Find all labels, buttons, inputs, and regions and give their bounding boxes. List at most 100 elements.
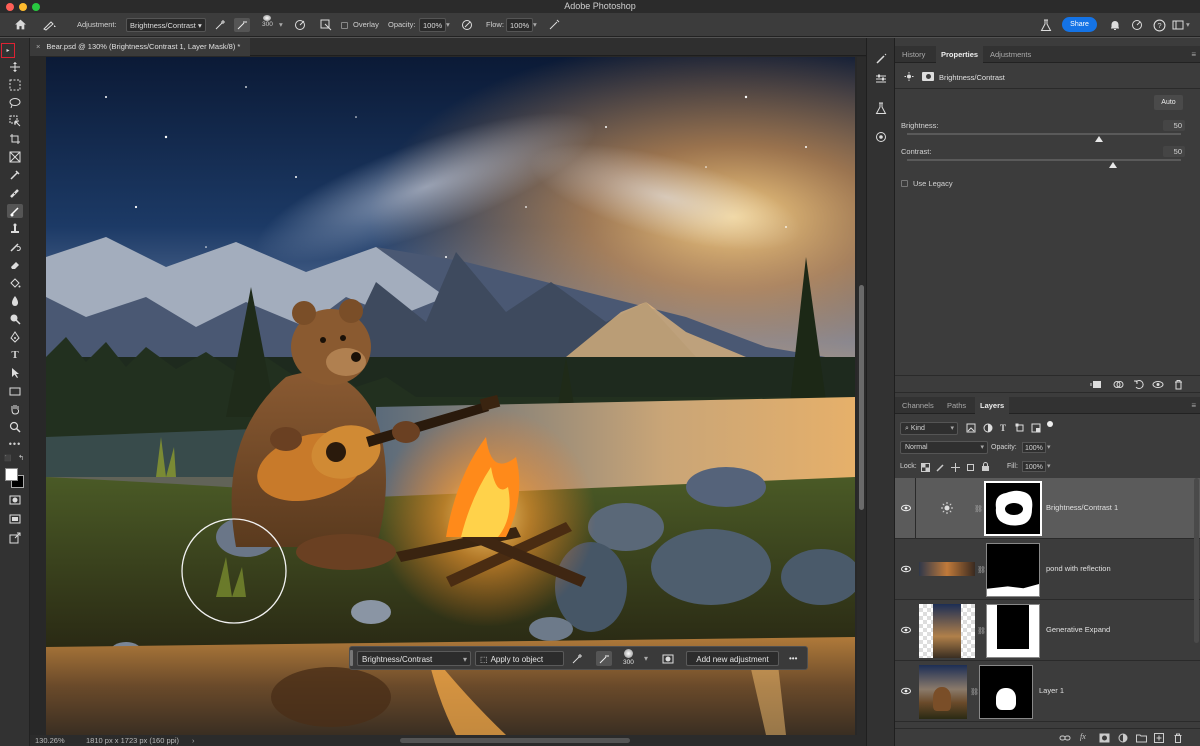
layer-row[interactable]: ⛓ pond with reflection xyxy=(895,539,1200,600)
lock-image-icon[interactable] xyxy=(936,463,945,472)
taskbar-brush-subtract-icon[interactable] xyxy=(596,651,612,666)
layer-row[interactable]: ⛓ Layer 1 xyxy=(895,661,1200,722)
layer-opacity-input[interactable]: 100% xyxy=(1022,442,1046,453)
quick-mask-icon[interactable] xyxy=(7,493,23,507)
taskbar-adjustment-select[interactable]: Brightness/Contrast ▾ xyxy=(357,651,471,666)
folder-icon[interactable] xyxy=(1136,733,1147,743)
screen-mode-icon[interactable] xyxy=(7,512,23,526)
chain-icon[interactable]: ⛓ xyxy=(977,566,986,574)
stamp-tool-icon[interactable] xyxy=(7,222,23,236)
vertical-scroll-thumb[interactable] xyxy=(859,285,864,510)
filter-toggle-icon[interactable] xyxy=(1047,421,1053,427)
brightness-slider-thumb[interactable] xyxy=(1094,136,1103,142)
pen-tool-icon[interactable] xyxy=(7,330,23,344)
airbrush-icon[interactable] xyxy=(548,18,560,32)
link-icon[interactable] xyxy=(1059,733,1071,743)
filter-adjustment-icon[interactable] xyxy=(983,423,993,433)
export-icon[interactable] xyxy=(7,531,23,545)
adjustment-select[interactable]: Brightness/Contrast ▾ xyxy=(126,18,206,32)
fill-input[interactable]: 100% xyxy=(1022,461,1046,472)
layer-mask-thumbnail[interactable] xyxy=(986,543,1040,597)
help-icon[interactable]: ? xyxy=(1153,18,1166,32)
chain-icon[interactable]: ⛓ xyxy=(977,627,986,635)
paint-bucket-tool-icon[interactable] xyxy=(7,276,23,290)
zoom-level[interactable]: 130.26% xyxy=(35,735,65,746)
brush-tool-icon[interactable] xyxy=(7,204,23,218)
eye-icon[interactable] xyxy=(901,626,911,636)
close-window-button[interactable] xyxy=(6,3,14,11)
eraser-tool-icon[interactable] xyxy=(7,258,23,272)
frame-tool-icon[interactable] xyxy=(7,150,23,164)
contrast-slider-track[interactable] xyxy=(907,159,1181,161)
move-tool-icon[interactable] xyxy=(7,60,23,74)
layer-thumbnail[interactable] xyxy=(919,562,975,576)
taskbar-brush-size-dropdown[interactable]: ▾ xyxy=(644,651,648,666)
type-tool-icon[interactable]: T xyxy=(7,348,23,362)
mask-properties-icon[interactable] xyxy=(922,72,934,81)
chain-icon[interactable]: ⛓ xyxy=(970,688,979,696)
layer-mask-thumbnail[interactable] xyxy=(984,481,1042,536)
brush-size-icon[interactable]: 300 xyxy=(262,15,273,29)
layer-row[interactable]: ⛓ Generative Expand xyxy=(895,600,1200,661)
layer-thumbnail[interactable] xyxy=(919,604,975,658)
layers-menu-icon[interactable]: ≡ xyxy=(1191,401,1196,410)
eye-icon[interactable] xyxy=(901,504,911,514)
taskbar-brush-size-icon[interactable]: 300 xyxy=(623,648,634,668)
layer-opacity-dropdown[interactable]: ▾ xyxy=(1047,443,1051,451)
fill-dropdown[interactable]: ▾ xyxy=(1047,462,1051,470)
opacity-input[interactable]: 100% xyxy=(419,18,447,32)
path-select-tool-icon[interactable] xyxy=(7,366,23,380)
auto-button[interactable]: Auto xyxy=(1154,95,1183,110)
zoom-tool-icon[interactable] xyxy=(7,420,23,434)
blur-tool-icon[interactable] xyxy=(7,294,23,308)
sample-icon[interactable] xyxy=(320,18,332,32)
brush-add-icon[interactable] xyxy=(214,18,226,32)
toggle-visibility-icon[interactable] xyxy=(1152,379,1164,390)
zoom-window-button[interactable] xyxy=(32,3,40,11)
chain-icon[interactable]: ⛓ xyxy=(974,505,983,513)
tab-channels[interactable]: Channels xyxy=(897,397,939,414)
layer-mask-thumbnail[interactable] xyxy=(986,604,1040,658)
layer-mask-thumbnail[interactable] xyxy=(979,665,1033,719)
discover-icon[interactable] xyxy=(1131,18,1143,32)
home-icon[interactable] xyxy=(14,17,27,31)
adjust-sliders-icon[interactable] xyxy=(875,73,887,85)
layer-thumbnail[interactable] xyxy=(919,665,967,719)
tab-properties[interactable]: Properties xyxy=(936,46,984,63)
crop-tool-icon[interactable] xyxy=(7,132,23,146)
view-previous-icon[interactable] xyxy=(1112,379,1124,390)
taskbar-mask-icon[interactable] xyxy=(662,651,674,666)
filter-type-icon[interactable]: T xyxy=(1000,423,1006,433)
angle-icon[interactable] xyxy=(294,18,306,32)
lock-position-icon[interactable] xyxy=(951,463,960,472)
taskbar-more-icon[interactable]: ••• xyxy=(789,651,797,666)
object-select-tool-icon[interactable] xyxy=(7,114,23,128)
marquee-tool-icon[interactable] xyxy=(7,78,23,92)
overlay-checkbox[interactable] xyxy=(341,22,348,29)
healing-brush-tool-icon[interactable] xyxy=(7,186,23,200)
brightness-input[interactable]: 50 xyxy=(1163,120,1185,131)
layers-scrollbar[interactable] xyxy=(1194,478,1199,643)
lock-transparent-icon[interactable] xyxy=(921,463,930,472)
eye-icon[interactable] xyxy=(901,565,911,575)
tab-history[interactable]: History xyxy=(897,46,930,63)
pressure-opacity-icon[interactable] xyxy=(461,18,473,32)
fx-icon[interactable]: fx xyxy=(1080,732,1086,741)
lasso-tool-icon[interactable] xyxy=(7,96,23,110)
opacity-dropdown[interactable]: ▾ xyxy=(446,18,450,32)
add-new-adjustment-button[interactable]: Add new adjustment xyxy=(686,651,779,666)
brush-size-dropdown[interactable]: ▾ xyxy=(279,18,283,32)
layer-row[interactable]: ⛓ Brightness/Contrast 1 xyxy=(895,478,1200,539)
libraries-icon[interactable] xyxy=(875,131,887,143)
delete-adjustment-icon[interactable] xyxy=(1173,379,1184,390)
adjustment-layer-icon[interactable] xyxy=(1118,733,1128,743)
rectangle-tool-icon[interactable] xyxy=(7,384,23,398)
dodge-tool-icon[interactable] xyxy=(7,312,23,326)
share-button[interactable]: Share xyxy=(1062,17,1097,32)
hand-tool-icon[interactable] xyxy=(7,402,23,416)
filter-shape-icon[interactable] xyxy=(1015,423,1025,433)
close-tab-icon[interactable]: × xyxy=(36,42,40,51)
flow-dropdown[interactable]: ▾ xyxy=(533,18,537,32)
labs-flask-icon[interactable] xyxy=(875,102,887,115)
eyedropper-tool-icon[interactable] xyxy=(7,168,23,182)
